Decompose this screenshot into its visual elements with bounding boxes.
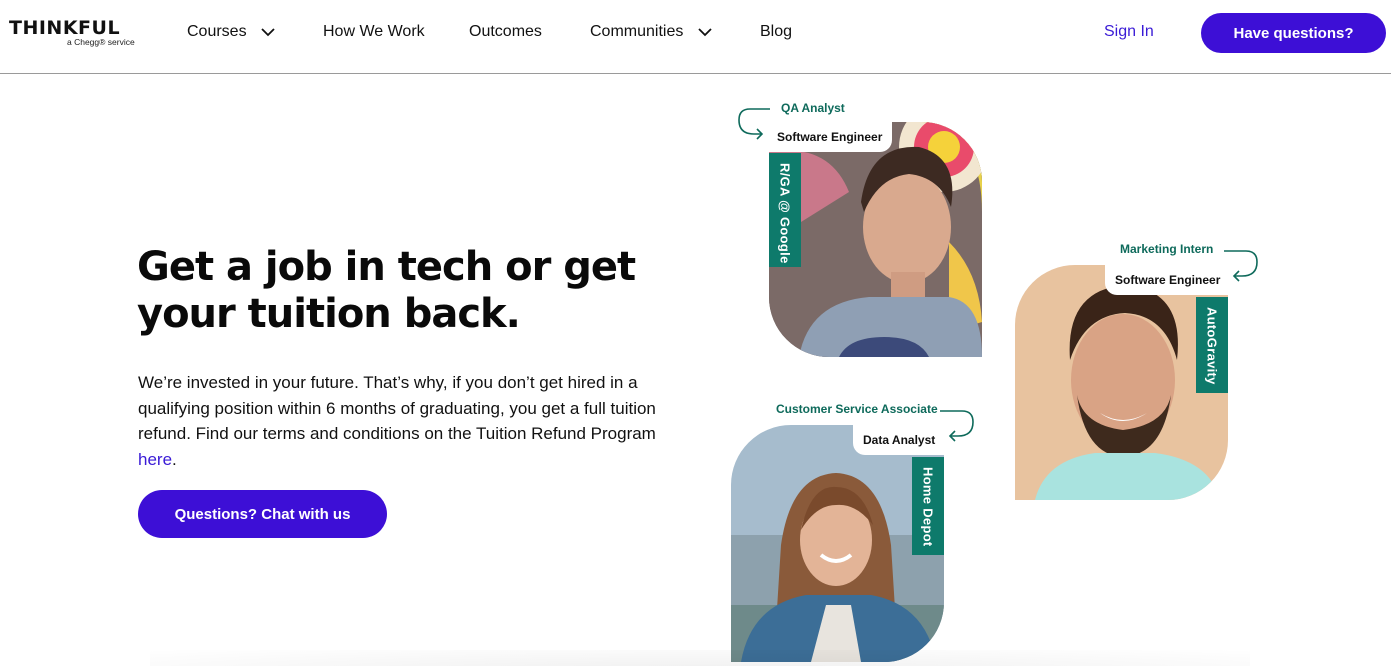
chevron-down-icon[interactable]	[260, 26, 276, 38]
sign-in-link[interactable]: Sign In	[1104, 23, 1154, 41]
chat-with-us-button[interactable]: Questions? Chat with us	[138, 490, 387, 538]
nav-communities[interactable]: Communities	[590, 23, 683, 41]
hero-body-text: We’re invested in your future. That’s wh…	[138, 373, 656, 443]
site-header: THINKFUL a Chegg® service Courses How We…	[0, 0, 1391, 74]
nav-how-we-work[interactable]: How We Work	[323, 23, 425, 41]
have-questions-button[interactable]: Have questions?	[1201, 13, 1386, 53]
chevron-down-icon[interactable]	[697, 26, 713, 38]
previous-role: QA Analyst	[781, 101, 845, 115]
nav-courses[interactable]: Courses	[187, 23, 247, 41]
thinkful-logo[interactable]: THINKFUL a Chegg® service	[9, 17, 135, 47]
new-role: Software Engineer	[767, 122, 893, 152]
company-tag: AutoGravity	[1196, 297, 1228, 393]
new-role: Data Analyst	[853, 425, 946, 455]
logo-subtitle: a Chegg® service	[67, 37, 135, 47]
previous-role: Marketing Intern	[1120, 242, 1214, 256]
nav-outcomes[interactable]: Outcomes	[469, 23, 542, 41]
company-tag: Home Depot	[912, 457, 944, 555]
section-shadow	[150, 650, 1250, 666]
hero-body: We’re invested in your future. That’s wh…	[138, 370, 668, 472]
new-role: Software Engineer	[1105, 265, 1231, 295]
logo-wordmark: THINKFUL	[9, 17, 121, 39]
tuition-refund-link[interactable]: here	[138, 450, 172, 469]
previous-role: Customer Service Associate	[776, 402, 938, 416]
hero-body-end: .	[172, 449, 177, 469]
company-tag: R/GA @ Google	[769, 153, 801, 267]
hero-headline: Get a job in tech or get your tuition ba…	[137, 244, 636, 337]
nav-blog[interactable]: Blog	[760, 23, 792, 41]
